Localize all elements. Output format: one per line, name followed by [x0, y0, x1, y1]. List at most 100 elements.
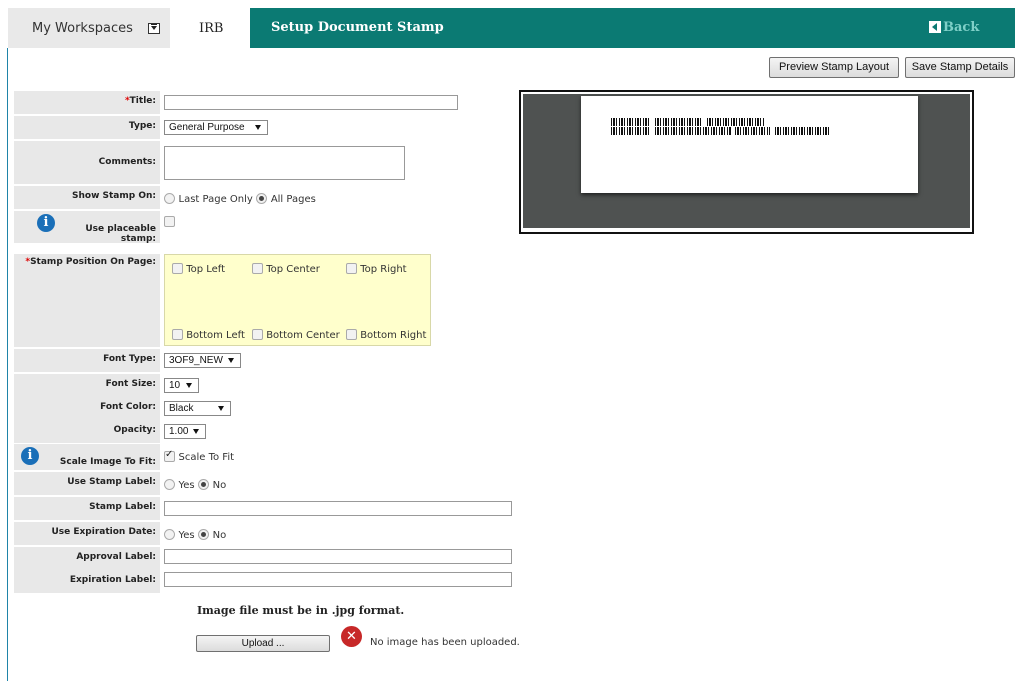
comments-label: Comments: — [98, 157, 156, 167]
barcode-mark — [707, 118, 765, 126]
bottom-left-option: Bottom Left — [172, 329, 245, 341]
upload-status: No image has been uploaded. — [370, 637, 520, 648]
bottom-right-option: Bottom Right — [346, 329, 426, 341]
expiration-yes-label: Yes — [178, 530, 195, 541]
font-size-select[interactable]: 10 — [164, 378, 199, 393]
use-stamp-label-row: Use Stamp Label: Yes No — [14, 472, 514, 495]
bottom-center-label: Bottom Center — [266, 330, 340, 341]
my-workspaces-tab[interactable]: My Workspaces — [8, 8, 170, 48]
back-button[interactable]: Back — [929, 20, 999, 36]
all-pages-label: All Pages — [270, 194, 316, 205]
info-icon[interactable]: i — [21, 447, 39, 465]
bottom-center-checkbox[interactable] — [252, 329, 263, 340]
chevron-down-icon — [228, 358, 234, 363]
font-size-label-cell: Font Size: — [14, 374, 160, 397]
stamp-label-yes-label: Yes — [178, 480, 195, 491]
scale-image-label: Scale Image To Fit: — [59, 457, 156, 467]
use-stamp-label-cell: Use Stamp Label: — [14, 472, 160, 495]
type-row: Type: General Purpose — [14, 116, 514, 139]
opacity-value: 1.00 — [169, 426, 189, 437]
last-page-only-label: Last Page Only — [178, 194, 253, 205]
type-select-value: General Purpose — [169, 122, 245, 133]
title-label: Title: — [129, 96, 156, 106]
font-size-row: Font Size: 10 — [14, 374, 514, 397]
bottom-right-checkbox[interactable] — [346, 329, 357, 340]
stamp-label-yes-radio[interactable] — [164, 479, 175, 490]
top-center-label: Top Center — [266, 264, 320, 275]
approval-label-row: Approval Label: — [14, 547, 514, 570]
expiration-label-cell: Expiration Label: — [14, 570, 160, 593]
barcode-mark — [611, 127, 651, 135]
back-label: Back — [943, 20, 980, 35]
type-label-cell: Type: — [14, 116, 160, 139]
preview-stamp-layout-button[interactable]: Preview Stamp Layout — [769, 57, 899, 78]
approval-label-label: Approval Label: — [76, 552, 156, 562]
stamp-label-no-radio[interactable] — [198, 479, 210, 490]
top-left-checkbox[interactable] — [172, 263, 183, 274]
scale-to-fit-checkbox[interactable] — [164, 449, 175, 462]
font-color-row: Font Color: Black — [14, 397, 514, 420]
top-right-checkbox[interactable] — [346, 263, 357, 274]
font-type-value: 3OF9_NEW — [169, 355, 223, 366]
font-color-label: Font Color: — [100, 402, 156, 412]
font-type-select[interactable]: 3OF9_NEW — [164, 353, 241, 368]
chevron-down-icon — [193, 429, 199, 434]
font-type-label: Font Type: — [103, 354, 156, 364]
top-left-label: Top Left — [186, 264, 226, 275]
stamp-label-row: Stamp Label: — [14, 497, 514, 520]
font-size-label: Font Size: — [105, 379, 156, 389]
type-select[interactable]: General Purpose — [164, 120, 268, 135]
comments-textarea[interactable] — [164, 146, 405, 180]
barcode-mark — [655, 127, 732, 135]
show-stamp-on-row: Show Stamp On: Last Page Only All Pages — [14, 186, 514, 209]
placeable-row: i Use placeable stamp: — [14, 211, 514, 244]
top-center-checkbox[interactable] — [252, 263, 263, 274]
top-left-option: Top Left — [172, 263, 225, 275]
font-type-row: Font Type: 3OF9_NEW — [14, 349, 514, 372]
opacity-row: Opacity: 1.00 — [14, 420, 514, 443]
title-input[interactable] — [164, 95, 458, 110]
stamp-position-label: Stamp Position On Page: — [30, 257, 156, 267]
use-placeable-stamp-checkbox[interactable] — [164, 216, 175, 227]
comments-label-cell: Comments: — [14, 141, 160, 184]
top-right-label: Top Right — [360, 264, 407, 275]
barcode-mark — [775, 127, 830, 135]
expiration-yes-radio[interactable] — [164, 529, 175, 540]
info-icon[interactable]: i — [37, 214, 55, 232]
barcode-mark — [655, 118, 703, 126]
error-icon: ✕ — [341, 626, 362, 647]
irb-tab[interactable]: IRB — [170, 8, 250, 48]
placeable-label-line1: Use placeable — [85, 224, 156, 234]
last-page-only-radio[interactable] — [164, 193, 175, 204]
upload-button[interactable]: Upload ... — [196, 635, 330, 652]
opacity-label-cell: Opacity: — [14, 420, 160, 443]
approval-label-input[interactable] — [164, 549, 512, 564]
expiration-label-row: Expiration Label: — [14, 570, 514, 593]
show-stamp-on-label: Show Stamp On: — [72, 191, 156, 201]
stamp-label-input[interactable] — [164, 501, 512, 516]
show-stamp-on-label-cell: Show Stamp On: — [14, 186, 160, 209]
type-label: Type: — [128, 121, 156, 131]
use-stamp-label-label: Use Stamp Label: — [67, 477, 156, 487]
stamp-label-cell: Stamp Label: — [14, 497, 160, 520]
placeable-label-cell: i Use placeable stamp: — [14, 211, 160, 244]
workspaces-dropdown-icon[interactable] — [148, 23, 160, 34]
irb-label: IRB — [199, 21, 224, 36]
save-stamp-details-button[interactable]: Save Stamp Details — [905, 57, 1015, 78]
image-format-note: Image file must be in .jpg format. — [197, 604, 405, 617]
placeable-label-line2: stamp: — [120, 234, 156, 244]
expiration-no-label: No — [212, 530, 227, 541]
all-pages-radio[interactable] — [256, 193, 268, 204]
stamp-label-label: Stamp Label: — [89, 502, 156, 512]
top-nav: My Workspaces IRB Setup Document Stamp B… — [0, 0, 1015, 48]
font-color-select[interactable]: Black — [164, 401, 231, 416]
bottom-left-checkbox[interactable] — [172, 329, 183, 340]
left-border — [7, 48, 8, 681]
stamp-label-no-label: No — [212, 480, 227, 491]
expiration-label-input[interactable] — [164, 572, 512, 587]
use-expiration-row: Use Expiration Date: Yes No — [14, 522, 514, 545]
expiration-no-radio[interactable] — [198, 529, 210, 540]
stamp-position-box: Top Left Top Center Top Right Bottom Lef… — [164, 254, 431, 346]
opacity-select[interactable]: 1.00 — [164, 424, 206, 439]
comments-row: Comments: — [14, 141, 514, 184]
